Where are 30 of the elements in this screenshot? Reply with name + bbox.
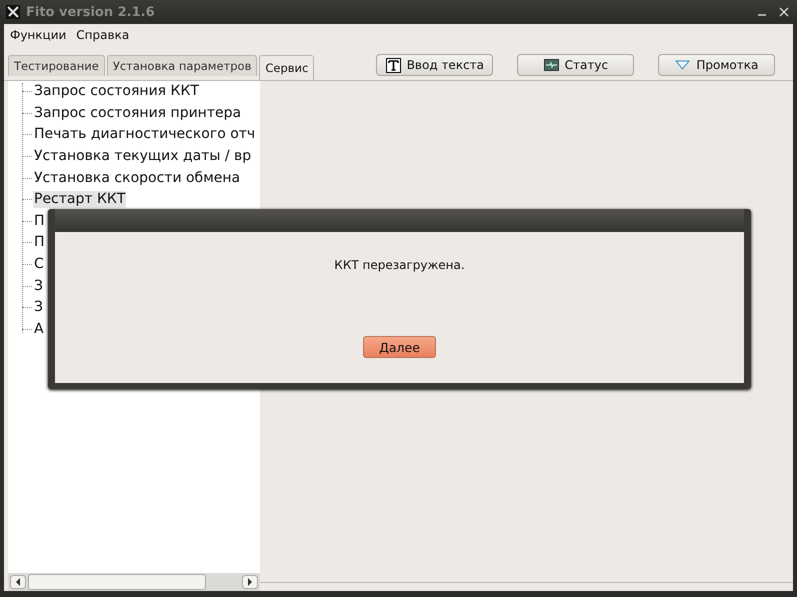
tab[interactable]: Тестирование [8, 55, 105, 76]
tree-item[interactable]: Печать диагностического отч [33, 126, 256, 144]
toolbar-button[interactable]: Статус [517, 54, 634, 76]
tab[interactable]: Установка параметров [106, 55, 258, 76]
monitor-icon [544, 59, 559, 71]
tree-item[interactable]: П [33, 234, 46, 252]
text-icon [386, 58, 401, 72]
toolbar-button[interactable]: Ввод текста [376, 54, 494, 76]
tree-item[interactable]: З [33, 278, 44, 295]
tree-item[interactable]: Запрос состояния ККТ [33, 83, 200, 100]
scroll-thumb[interactable] [28, 574, 206, 590]
tree-item[interactable]: З [33, 299, 44, 316]
tree-item[interactable]: С [33, 256, 45, 274]
tree-item[interactable]: Установка скорости обмена [33, 170, 242, 187]
tree-item[interactable]: А [33, 320, 45, 338]
tree-item[interactable]: П [33, 212, 46, 230]
menu-item[interactable]: Справка [76, 28, 130, 46]
tree-item[interactable]: Установка текущих даты / вр [33, 148, 252, 166]
window-title: Fito version 2.1.6 [26, 4, 155, 20]
close-icon[interactable] [779, 7, 789, 17]
dialog-message: ККТ перезагружена. [334, 258, 465, 272]
toolbar-button[interactable]: Промотка [658, 54, 776, 76]
tab[interactable]: Сервис [259, 55, 314, 80]
tree-item[interactable]: Запрос состояния принтера [33, 104, 242, 122]
down-triangle-icon [675, 60, 690, 70]
next-button[interactable]: Далее [363, 336, 436, 358]
menu-item[interactable]: Функции [10, 28, 66, 46]
tree-item[interactable]: Рестарт ККТ [33, 191, 126, 208]
horizontal-scrollbar[interactable] [8, 573, 260, 591]
tools-icon [6, 5, 20, 19]
